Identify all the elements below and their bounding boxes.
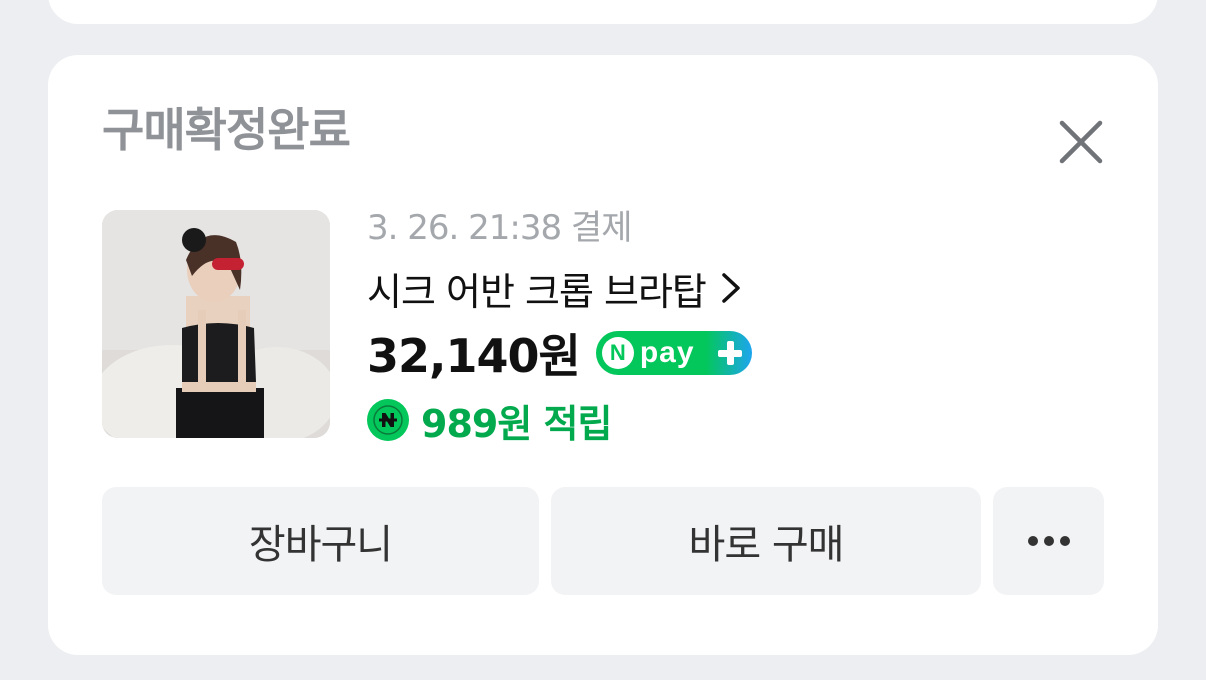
order-info: 3. 26. 21:38 결제 시크 어반 크롭 브라탑 32,140원 N p… — [367, 205, 1127, 449]
price: 32,140원 — [367, 329, 581, 383]
buy-now-button[interactable]: 바로 구매 — [551, 487, 981, 595]
npay-n-mark: N — [601, 337, 634, 369]
reward-text: 989원 적립 — [421, 401, 612, 446]
payment-date: 3. 26. 21:38 결제 — [367, 208, 632, 248]
chevron-right-icon — [720, 271, 742, 305]
close-button[interactable] — [1056, 117, 1106, 167]
plus-icon — [717, 341, 742, 365]
close-icon — [1059, 120, 1103, 164]
product-link[interactable]: 시크 어반 크롭 브라탑 — [367, 261, 1127, 315]
more-options-button[interactable] — [993, 487, 1104, 595]
more-icon — [1027, 536, 1070, 546]
naver-point-icon — [367, 399, 409, 441]
npay-plus-badge: N pay — [595, 331, 752, 375]
previous-order-card — [48, 0, 1158, 24]
reward-row: 989원 적립 — [367, 391, 1127, 449]
npay-text: pay — [639, 336, 695, 369]
price-row: 32,140원 N pay — [367, 321, 1127, 385]
product-thumbnail[interactable] — [102, 210, 330, 438]
cart-button[interactable]: 장바구니 — [102, 487, 539, 595]
product-name: 시크 어반 크롭 브라탑 — [367, 269, 707, 314]
order-card: 구매확정완료 3. 26. 21:38 결제 시크 어반 크롭 브라탑 32,1… — [48, 55, 1158, 655]
status-title: 구매확정완료 — [102, 103, 351, 157]
